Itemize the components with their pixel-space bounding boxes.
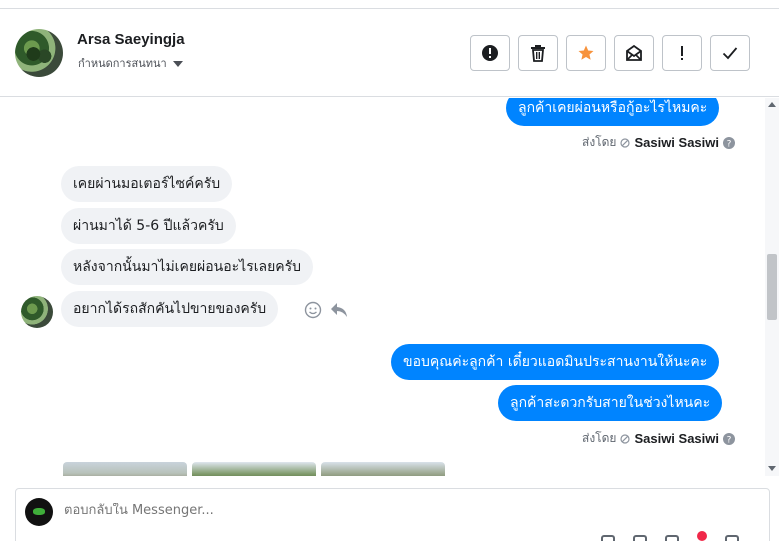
outgoing-message[interactable]: ลูกค้าเคยผ่อนหรือกู้อะไรไหมคะ (506, 98, 720, 126)
conversation-actions (470, 35, 750, 71)
check-icon (722, 47, 738, 60)
composer-toolbar (601, 531, 739, 541)
message-text: หลังจากนั้นมาไม่เคยผ่อนอะไรเลยครับ (73, 259, 302, 275)
image-thumbnail[interactable] (192, 462, 316, 476)
caret-down-icon (172, 60, 183, 67)
mark-done-button[interactable] (710, 35, 750, 71)
message-text: ลูกค้าเคยผ่อนหรือกู้อะไรไหมคะ (518, 100, 708, 116)
conversation-header: Arsa Saeyingja กำหนดการสนทนา (0, 9, 779, 97)
delete-button[interactable] (518, 35, 558, 71)
help-icon[interactable]: ? (723, 136, 735, 149)
svg-text:?: ? (727, 435, 732, 445)
send-icon[interactable] (725, 535, 739, 541)
notification-dot-icon (697, 531, 707, 541)
emoji-icon[interactable] (665, 535, 679, 541)
outgoing-message[interactable]: ขอบคุณค่ะลูกค้า เดี๋ยวแอดมินประสานงานให้… (391, 344, 720, 380)
message-text: ขอบคุณค่ะลูกค้า เดี๋ยวแอดมินประสานงานให้… (403, 354, 708, 370)
blocked-circle-icon (620, 137, 631, 148)
incoming-message[interactable]: ผ่านมาได้ 5-6 ปีแล้วครับ (61, 208, 236, 244)
smiley-icon[interactable] (304, 301, 322, 319)
sent-by-label: ส่งโดย (582, 431, 617, 445)
blocked-circle-icon (620, 433, 631, 444)
image-icon[interactable] (633, 535, 647, 541)
trash-icon (531, 45, 545, 62)
scroll-down-arrow-icon[interactable] (768, 466, 776, 471)
messenger-conversation-panel: Arsa Saeyingja กำหนดการสนทนา ลูกค้าเคยผ่… (0, 0, 779, 541)
sent-by-info: ส่งโดย Sasiwi Sasiwi ? (582, 429, 735, 448)
message-text: อยากได้รถสักคันไปขายของครับ (73, 301, 267, 317)
incoming-message[interactable]: เคยผ่านมอเตอร์ไซค์ครับ (61, 166, 233, 202)
attachment-icon[interactable] (601, 535, 615, 541)
agent-name[interactable]: Sasiwi Sasiwi (634, 431, 719, 446)
contact-avatar-small[interactable] (21, 296, 53, 328)
reply-icon[interactable] (330, 302, 348, 318)
outgoing-message[interactable]: ลูกค้าสะดวกรับสายในช่วงไหนคะ (498, 385, 723, 421)
star-button[interactable] (566, 35, 606, 71)
help-icon[interactable]: ? (723, 432, 735, 445)
incoming-message[interactable]: อยากได้รถสักคันไปขายของครับ (61, 291, 279, 327)
image-thumbnail[interactable] (321, 462, 445, 476)
mark-unread-button[interactable] (614, 35, 654, 71)
star-icon (578, 45, 594, 60)
message-text: เคยผ่านมอเตอร์ไซค์ครับ (73, 176, 221, 192)
report-spam-button[interactable] (470, 35, 510, 71)
contact-avatar[interactable] (15, 29, 63, 77)
message-text: ผ่านมาได้ 5-6 ปีแล้วครับ (73, 218, 224, 234)
page-avatar (25, 498, 53, 526)
thread-scrollbar[interactable] (765, 98, 779, 476)
scroll-up-arrow-icon[interactable] (768, 102, 776, 107)
alert-circle-icon (482, 45, 498, 61)
incoming-message[interactable]: หลังจากนั้นมาไม่เคยผ่อนอะไรเลยครับ (61, 249, 314, 285)
message-thread[interactable]: ลูกค้าเคยผ่อนหรือกู้อะไรไหมคะ ส่งโดย Sas… (0, 98, 765, 476)
assign-conversation-dropdown[interactable]: กำหนดการสนทนา (78, 54, 183, 72)
contact-name[interactable]: Arsa Saeyingja (77, 31, 185, 48)
scrollbar-thumb[interactable] (767, 254, 777, 320)
exclamation-icon (681, 46, 683, 60)
svg-text:?: ? (727, 139, 732, 149)
envelope-icon (626, 44, 642, 61)
image-attachments (63, 462, 445, 476)
assign-conversation-label: กำหนดการสนทนา (78, 57, 167, 70)
sent-by-label: ส่งโดย (582, 135, 617, 149)
message-reactions (304, 301, 348, 319)
message-text: ลูกค้าสะดวกรับสายในช่วงไหนคะ (510, 395, 711, 411)
sent-by-info: ส่งโดย Sasiwi Sasiwi ? (582, 133, 735, 152)
reply-input[interactable] (64, 503, 664, 518)
image-thumbnail[interactable] (63, 462, 187, 476)
reply-composer (15, 488, 770, 541)
agent-name[interactable]: Sasiwi Sasiwi (634, 135, 719, 150)
follow-up-button[interactable] (662, 35, 702, 71)
